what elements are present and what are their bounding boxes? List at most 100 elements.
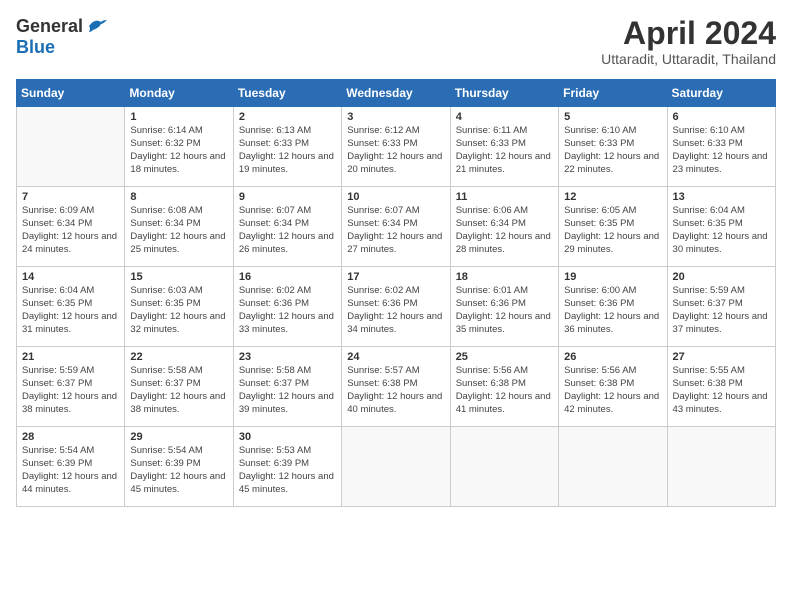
cell-info: Sunrise: 5:58 AM Sunset: 6:37 PM Dayligh… — [130, 365, 227, 416]
day-number: 1 — [130, 111, 227, 123]
cell-info: Sunrise: 6:13 AM Sunset: 6:33 PM Dayligh… — [239, 125, 336, 176]
cell-info: Sunrise: 6:00 AM Sunset: 6:36 PM Dayligh… — [564, 285, 661, 336]
cell-info: Sunrise: 6:07 AM Sunset: 6:34 PM Dayligh… — [347, 205, 444, 256]
day-number: 12 — [564, 191, 661, 203]
cell-info: Sunrise: 6:10 AM Sunset: 6:33 PM Dayligh… — [564, 125, 661, 176]
calendar-cell: 14 Sunrise: 6:04 AM Sunset: 6:35 PM Dayli… — [17, 267, 125, 347]
cell-info: Sunrise: 6:06 AM Sunset: 6:34 PM Dayligh… — [456, 205, 553, 256]
day-header-wednesday: Wednesday — [342, 80, 450, 107]
calendar-cell: 17Sunrise: 6:02 AM Sunset: 6:36 PM Dayli… — [342, 267, 450, 347]
cell-info: Sunrise: 5:56 AM Sunset: 6:38 PM Dayligh… — [456, 365, 553, 416]
cell-info: Sunrise: 5:55 AM Sunset: 6:38 PM Dayligh… — [673, 365, 770, 416]
cell-info: Sunrise: 6:08 AM Sunset: 6:34 PM Dayligh… — [130, 205, 227, 256]
calendar-table: SundayMondayTuesdayWednesdayThursdayFrid… — [16, 79, 776, 507]
calendar-cell: 10Sunrise: 6:07 AM Sunset: 6:34 PM Dayli… — [342, 187, 450, 267]
calendar-cell: 15Sunrise: 6:03 AM Sunset: 6:35 PM Dayli… — [125, 267, 233, 347]
calendar-cell: 24Sunrise: 5:57 AM Sunset: 6:38 PM Dayli… — [342, 347, 450, 427]
calendar-week-1: 1 Sunrise: 6:14 AM Sunset: 6:32 PM Daylig… — [17, 107, 776, 187]
cell-info: Sunrise: 5:54 AM Sunset: 6:39 PM Dayligh… — [130, 445, 227, 496]
cell-info: Sunrise: 5:59 AM Sunset: 6:37 PM Dayligh… — [673, 285, 770, 336]
calendar-cell: 11 Sunrise: 6:06 AM Sunset: 6:34 PM Dayli… — [450, 187, 558, 267]
day-number: 22 — [130, 351, 227, 363]
day-number: 30 — [239, 431, 336, 443]
calendar-cell: 30 Sunrise: 5:53 AM Sunset: 6:39 PM Dayli… — [233, 427, 341, 507]
cell-info: Sunrise: 5:58 AM Sunset: 6:37 PM Dayligh… — [239, 365, 336, 416]
day-number: 5 — [564, 111, 661, 123]
logo-blue-text: Blue — [16, 37, 55, 57]
calendar-cell: 1 Sunrise: 6:14 AM Sunset: 6:32 PM Daylig… — [125, 107, 233, 187]
calendar-cell: 25 Sunrise: 5:56 AM Sunset: 6:38 PM Dayli… — [450, 347, 558, 427]
calendar-cell — [342, 427, 450, 507]
day-header-monday: Monday — [125, 80, 233, 107]
calendar-cell: 12 Sunrise: 6:05 AM Sunset: 6:35 PM Dayli… — [559, 187, 667, 267]
cell-info: Sunrise: 6:10 AM Sunset: 6:33 PM Dayligh… — [673, 125, 770, 176]
day-number: 26 — [564, 351, 661, 363]
cell-info: Sunrise: 5:53 AM Sunset: 6:39 PM Dayligh… — [239, 445, 336, 496]
day-number: 29 — [130, 431, 227, 443]
calendar-cell: 9Sunrise: 6:07 AM Sunset: 6:34 PM Daylig… — [233, 187, 341, 267]
calendar-cell — [450, 427, 558, 507]
day-header-thursday: Thursday — [450, 80, 558, 107]
calendar-cell: 16 Sunrise: 6:02 AM Sunset: 6:36 PM Dayli… — [233, 267, 341, 347]
calendar-cell: 7Sunrise: 6:09 AM Sunset: 6:34 PM Daylig… — [17, 187, 125, 267]
day-number: 20 — [673, 271, 770, 283]
day-number: 3 — [347, 111, 444, 123]
calendar-cell: 3 Sunrise: 6:12 AM Sunset: 6:33 PM Daylig… — [342, 107, 450, 187]
day-number: 21 — [22, 351, 119, 363]
logo-general-text: General — [16, 16, 83, 37]
day-number: 4 — [456, 111, 553, 123]
day-number: 8 — [130, 191, 227, 203]
day-number: 23 — [239, 351, 336, 363]
calendar-cell — [559, 427, 667, 507]
day-number: 19 — [564, 271, 661, 283]
calendar-cell: 22 Sunrise: 5:58 AM Sunset: 6:37 PM Dayli… — [125, 347, 233, 427]
cell-info: Sunrise: 6:05 AM Sunset: 6:35 PM Dayligh… — [564, 205, 661, 256]
location: Uttaradit, Uttaradit, Thailand — [601, 51, 776, 67]
calendar-cell: 26 Sunrise: 5:56 AM Sunset: 6:38 PM Dayli… — [559, 347, 667, 427]
calendar-week-5: 28Sunrise: 5:54 AM Sunset: 6:39 PM Dayli… — [17, 427, 776, 507]
day-header-friday: Friday — [559, 80, 667, 107]
day-number: 27 — [673, 351, 770, 363]
calendar-week-2: 7Sunrise: 6:09 AM Sunset: 6:34 PM Daylig… — [17, 187, 776, 267]
cell-info: Sunrise: 5:56 AM Sunset: 6:38 PM Dayligh… — [564, 365, 661, 416]
day-header-tuesday: Tuesday — [233, 80, 341, 107]
cell-info: Sunrise: 6:02 AM Sunset: 6:36 PM Dayligh… — [239, 285, 336, 336]
logo-bird-icon — [87, 18, 109, 36]
day-number: 14 — [22, 271, 119, 283]
title-section: April 2024 Uttaradit, Uttaradit, Thailan… — [601, 16, 776, 67]
cell-info: Sunrise: 5:54 AM Sunset: 6:39 PM Dayligh… — [22, 445, 119, 496]
cell-info: Sunrise: 6:02 AM Sunset: 6:36 PM Dayligh… — [347, 285, 444, 336]
calendar-header-row: SundayMondayTuesdayWednesdayThursdayFrid… — [17, 80, 776, 107]
day-number: 16 — [239, 271, 336, 283]
day-header-sunday: Sunday — [17, 80, 125, 107]
calendar-cell: 27 Sunrise: 5:55 AM Sunset: 6:38 PM Dayli… — [667, 347, 775, 427]
day-number: 6 — [673, 111, 770, 123]
cell-info: Sunrise: 6:14 AM Sunset: 6:32 PM Dayligh… — [130, 125, 227, 176]
calendar-cell: 21Sunrise: 5:59 AM Sunset: 6:37 PM Dayli… — [17, 347, 125, 427]
day-number: 18 — [456, 271, 553, 283]
cell-info: Sunrise: 6:09 AM Sunset: 6:34 PM Dayligh… — [22, 205, 119, 256]
calendar-cell: 13Sunrise: 6:04 AM Sunset: 6:35 PM Dayli… — [667, 187, 775, 267]
day-header-saturday: Saturday — [667, 80, 775, 107]
calendar-cell: 23 Sunrise: 5:58 AM Sunset: 6:37 PM Dayli… — [233, 347, 341, 427]
day-number: 25 — [456, 351, 553, 363]
calendar-cell: 18 Sunrise: 6:01 AM Sunset: 6:36 PM Dayli… — [450, 267, 558, 347]
calendar-cell: 6 Sunrise: 6:10 AM Sunset: 6:33 PM Daylig… — [667, 107, 775, 187]
day-number: 9 — [239, 191, 336, 203]
calendar-cell: 28Sunrise: 5:54 AM Sunset: 6:39 PM Dayli… — [17, 427, 125, 507]
calendar-week-3: 14 Sunrise: 6:04 AM Sunset: 6:35 PM Dayli… — [17, 267, 776, 347]
logo: General Blue — [16, 16, 109, 58]
cell-info: Sunrise: 6:11 AM Sunset: 6:33 PM Dayligh… — [456, 125, 553, 176]
calendar-cell: 20 Sunrise: 5:59 AM Sunset: 6:37 PM Dayli… — [667, 267, 775, 347]
cell-info: Sunrise: 6:01 AM Sunset: 6:36 PM Dayligh… — [456, 285, 553, 336]
calendar-cell — [17, 107, 125, 187]
day-number: 13 — [673, 191, 770, 203]
cell-info: Sunrise: 6:12 AM Sunset: 6:33 PM Dayligh… — [347, 125, 444, 176]
calendar-cell: 19 Sunrise: 6:00 AM Sunset: 6:36 PM Dayli… — [559, 267, 667, 347]
cell-info: Sunrise: 6:04 AM Sunset: 6:35 PM Dayligh… — [22, 285, 119, 336]
day-number: 24 — [347, 351, 444, 363]
cell-info: Sunrise: 6:03 AM Sunset: 6:35 PM Dayligh… — [130, 285, 227, 336]
calendar-cell: 29 Sunrise: 5:54 AM Sunset: 6:39 PM Dayli… — [125, 427, 233, 507]
day-number: 11 — [456, 191, 553, 203]
calendar-cell — [667, 427, 775, 507]
